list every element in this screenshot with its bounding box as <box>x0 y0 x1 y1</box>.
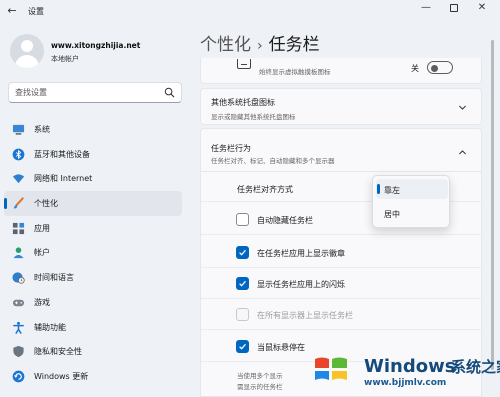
toggle-state-label: 关 <box>411 64 419 73</box>
sidebar-item-privacy[interactable]: 隐私和安全性 <box>4 339 182 364</box>
profile-name: www.xitongzhijia.net <box>51 41 141 50</box>
checkbox-label: 自动隐藏任务栏 <box>257 216 313 225</box>
maximize-button[interactable] <box>442 0 466 18</box>
page-title: 任务栏 <box>268 35 320 55</box>
other-tray-icons-section[interactable]: 其他系统托盘图标 显示或隐藏其他系统托盘图标 <box>200 88 482 125</box>
sidebar-item-apps[interactable]: 应用 <box>4 216 182 241</box>
chevron-down-icon[interactable] <box>458 103 467 112</box>
breadcrumb-separator: › <box>257 38 263 54</box>
flashing-row[interactable]: 显示任务栏应用上的闪烁 <box>201 269 483 299</box>
sidebar-item-gaming[interactable]: 游戏 <box>4 290 182 315</box>
maximize-icon <box>450 4 458 12</box>
brush-icon <box>13 197 24 209</box>
accessibility-icon <box>13 321 24 334</box>
apps-icon <box>12 222 25 234</box>
checkbox-label: 在任务栏应用上显示徽章 <box>257 249 345 258</box>
multi-display-note-2: 需显示的任务栏 <box>237 383 283 391</box>
all-displays-row: 在所有显示器上显示任务栏 <box>201 300 483 330</box>
badges-row[interactable]: 在任务栏应用上显示徽章 <box>201 238 483 268</box>
badges-checkbox[interactable] <box>236 246 249 259</box>
wifi-icon <box>12 174 25 184</box>
hover-checkbox[interactable] <box>236 340 249 353</box>
sidebar-item-label: 时间和语言 <box>34 273 74 283</box>
touchpad-description: 始终显示虚拟触摸板图标 <box>259 68 331 76</box>
selection-indicator <box>4 198 7 210</box>
selection-indicator <box>377 184 380 194</box>
section-title: 任务栏行为 <box>211 144 251 153</box>
sidebar-nav: 系统 蓝牙和其他设备 网络和 Internet 个性化 应用 帐户 时间和语言 … <box>4 117 182 389</box>
auto-hide-checkbox[interactable] <box>236 213 249 226</box>
gamepad-icon <box>12 299 25 307</box>
checkbox-label: 当鼠标悬停在 <box>257 343 305 352</box>
sidebar-item-label: 网络和 Internet <box>34 174 93 184</box>
touchpad-setting-row: 始终显示虚拟触摸板图标 关 <box>200 58 482 84</box>
option-label: 靠左 <box>384 186 400 195</box>
alignment-option-left[interactable]: 靠左 <box>376 179 448 199</box>
title-bar: ← 设置 — ✕ <box>0 0 500 24</box>
watermark-url: www.bjjmlv.com <box>364 378 447 388</box>
option-label: 居中 <box>384 210 400 219</box>
breadcrumb-parent[interactable]: 个性化 <box>200 35 251 55</box>
search-box[interactable] <box>8 82 182 103</box>
search-input[interactable] <box>15 86 155 99</box>
avatar <box>10 34 44 68</box>
breadcrumb: 个性化 › 任务栏 <box>200 30 320 55</box>
sidebar-item-label: 应用 <box>34 223 50 233</box>
sidebar-item-label: 辅助功能 <box>34 322 66 332</box>
person-icon <box>13 247 24 259</box>
checkbox-label: 显示任务栏应用上的闪烁 <box>257 280 345 289</box>
touchpad-toggle[interactable] <box>427 61 453 74</box>
sidebar-item-label: 个性化 <box>34 199 58 209</box>
sidebar-item-time-language[interactable]: 时间和语言 <box>4 265 182 290</box>
sidebar-item-label: Windows 更新 <box>34 371 89 381</box>
app-title: 设置 <box>28 7 44 16</box>
profile-account-type: 本地帐户 <box>51 55 79 63</box>
sidebar-item-system[interactable]: 系统 <box>4 117 182 142</box>
flashing-checkbox[interactable] <box>236 277 249 290</box>
arrow-left-icon[interactable]: ← <box>4 2 20 20</box>
watermark-brand: Windows <box>364 356 456 377</box>
search-icon[interactable] <box>164 87 175 98</box>
checkmark-icon <box>239 249 246 256</box>
sidebar-item-accessibility[interactable]: 辅助功能 <box>4 315 182 340</box>
sidebar-item-accounts[interactable]: 帐户 <box>4 240 182 265</box>
sidebar-item-label: 隐私和安全性 <box>34 347 82 357</box>
checkmark-icon <box>239 343 246 350</box>
sidebar-item-network[interactable]: 网络和 Internet <box>4 166 182 191</box>
chevron-up-icon[interactable] <box>458 148 467 157</box>
alignment-option-center[interactable]: 居中 <box>376 203 448 223</box>
sidebar-item-label: 帐户 <box>34 248 50 258</box>
monitor-icon <box>12 124 25 135</box>
section-subtitle: 任务栏对齐、标记、自动隐藏和多个显示器 <box>211 157 335 165</box>
toggle-knob <box>431 64 438 72</box>
multi-display-note: 当使用多个显示 <box>237 372 283 380</box>
section-subtitle: 显示或隐藏其他系统托盘图标 <box>211 113 296 121</box>
sidebar-item-label: 游戏 <box>34 297 50 307</box>
bluetooth-icon <box>12 148 25 161</box>
sidebar-item-bluetooth[interactable]: 蓝牙和其他设备 <box>4 142 182 167</box>
alignment-label: 任务栏对齐方式 <box>237 185 293 194</box>
sidebar-item-windows-update[interactable]: Windows 更新 <box>4 364 182 389</box>
checkbox-label: 在所有显示器上显示任务栏 <box>257 311 353 320</box>
scrollbar[interactable] <box>491 40 494 370</box>
sidebar-item-personalization[interactable]: 个性化 <box>4 191 182 216</box>
globe-clock-icon <box>12 272 25 284</box>
checkmark-icon <box>239 280 246 287</box>
alignment-dropdown[interactable]: 靠左 居中 <box>372 175 450 228</box>
sidebar-item-label: 蓝牙和其他设备 <box>34 149 90 159</box>
minimize-button[interactable]: — <box>414 0 438 18</box>
sidebar-item-label: 系统 <box>34 125 50 134</box>
watermark-brand-cn: 系统之家 <box>451 358 500 376</box>
shield-icon <box>13 346 24 358</box>
user-profile[interactable]: www.xitongzhijia.net 本地帐户 <box>10 34 190 70</box>
section-title: 其他系统托盘图标 <box>211 98 275 107</box>
all-displays-checkbox <box>236 308 249 321</box>
windows-logo-icon <box>315 357 347 380</box>
update-icon <box>12 370 25 383</box>
taskbar-behaviors-header[interactable]: 任务栏行为 任务栏对齐、标记、自动隐藏和多个显示器 <box>200 128 482 172</box>
close-button[interactable]: ✕ <box>470 0 494 18</box>
